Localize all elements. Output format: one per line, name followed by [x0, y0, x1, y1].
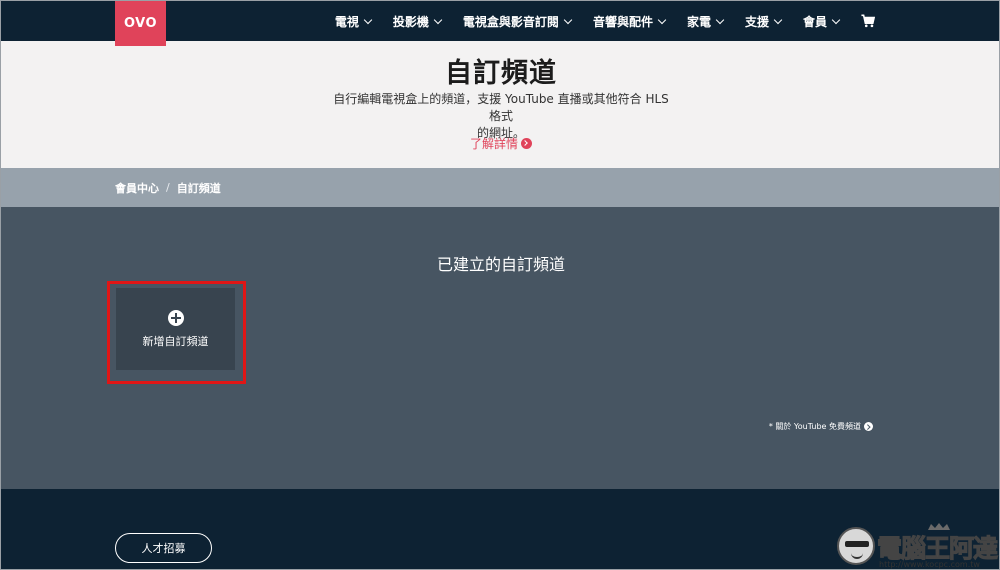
- youtube-free-channels-link[interactable]: * 關於 YouTube 免費頻道: [769, 421, 873, 432]
- nav-item-label: 電視: [334, 14, 359, 29]
- chevron-down-icon: [363, 15, 373, 24]
- page-title: 自訂頻道: [445, 58, 557, 89]
- hero-section: 自訂頻道 自行編輯電視盒上的頻道，支援 YouTube 直播或其他符合 HLS …: [1, 41, 999, 168]
- mascot-logo: [837, 527, 875, 565]
- breadcrumb-item-member-center[interactable]: 會員中心: [115, 180, 159, 196]
- add-channel-button[interactable]: 新增自訂頻道: [116, 288, 235, 370]
- section-title: 已建立的自訂頻道: [436, 255, 565, 274]
- nav-item-audio[interactable]: 音響與配件: [592, 13, 667, 30]
- chevron-down-icon: [433, 15, 443, 24]
- chevron-down-icon: [563, 15, 573, 24]
- chevron-down-icon: [715, 15, 725, 24]
- learn-more-link[interactable]: 了解詳情: [470, 135, 532, 152]
- breadcrumb-bar: 會員中心 / 自訂頻道: [1, 168, 999, 207]
- main-menu: 電視 投影機 電視盒與影音訂閱 音響與配件 家電 支援 會員: [313, 1, 875, 41]
- page: OVO 電視 投影機 電視盒與影音訂閱 音響與配件 家電 支援 會員 自訂頻道 …: [0, 0, 1000, 570]
- learn-more-row: 了解詳情: [1, 135, 999, 152]
- watermark: 電腦王阿達 http://www.kocpc.com.tw: [833, 523, 999, 569]
- nav-item-appliances[interactable]: 家電: [686, 13, 725, 30]
- youtube-note-label: * 關於 YouTube 免費頻道: [768, 422, 861, 431]
- channels-section: 已建立的自訂頻道 新增自訂頻道 * 關於 YouTube 免費頻道: [1, 207, 999, 489]
- watermark-url: http://www.kocpc.com.tw: [879, 560, 980, 569]
- nav-item-label: 支援: [744, 14, 769, 29]
- top-nav: OVO 電視 投影機 電視盒與影音訂閱 音響與配件 家電 支援 會員: [1, 1, 999, 46]
- breadcrumb-item-current: 自訂頻道: [176, 181, 221, 195]
- add-channel-label: 新增自訂頻道: [142, 334, 209, 348]
- nav-item-projector[interactable]: 投影機: [392, 13, 443, 30]
- nav-item-label: 音響與配件: [592, 14, 653, 29]
- nav-item-tvbox[interactable]: 電視盒與影音訂閱: [462, 13, 573, 30]
- nav-item-label: 投影機: [392, 14, 429, 29]
- arrow-right-circle-icon: [521, 138, 532, 149]
- breadcrumb: 會員中心 / 自訂頻道: [115, 168, 221, 207]
- nav-item-support[interactable]: 支援: [744, 13, 783, 30]
- learn-more-label: 了解詳情: [469, 137, 518, 151]
- chevron-down-icon: [657, 15, 667, 24]
- breadcrumb-separator: /: [166, 181, 170, 194]
- nav-item-tv[interactable]: 電視: [334, 13, 373, 30]
- cart-icon[interactable]: [861, 14, 875, 28]
- careers-button[interactable]: 人才招募: [115, 533, 212, 563]
- nav-item-label: 會員: [802, 14, 827, 29]
- plus-circle-icon: [167, 309, 184, 326]
- description-line: 自行編輯電視盒上的頻道，支援 YouTube 直播或其他符合 HLS 格式: [333, 92, 669, 123]
- chevron-down-icon: [773, 15, 783, 24]
- nav-item-label: 電視盒與影音訂閱: [462, 14, 559, 29]
- nav-item-label: 家電: [686, 14, 711, 29]
- nav-item-member[interactable]: 會員: [802, 13, 841, 30]
- arrow-right-circle-icon: [864, 422, 873, 431]
- chevron-down-icon: [831, 15, 841, 24]
- ovo-logo[interactable]: OVO: [115, 1, 166, 46]
